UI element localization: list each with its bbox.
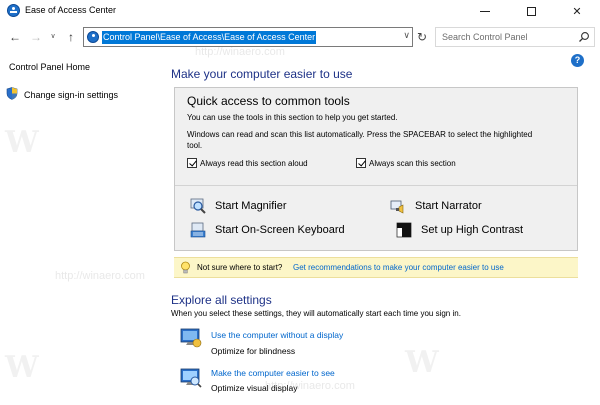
make-easier-to-see-link[interactable]: Make the computer easier to see: [211, 368, 335, 378]
read-aloud-checkbox[interactable]: Always read this section aloud: [187, 158, 308, 168]
watermark-glyph: W: [405, 345, 439, 380]
magnifier-icon: [190, 198, 206, 214]
checkbox-checked-icon[interactable]: [356, 158, 366, 168]
back-button[interactable]: ←: [8, 29, 22, 45]
minimize-icon: [480, 10, 490, 12]
scan-section-checkbox[interactable]: Always scan this section: [356, 158, 456, 168]
maximize-button[interactable]: [508, 0, 554, 22]
ease-of-access-icon: [7, 4, 20, 17]
recommendation-bar: Not sure where to start? Get recommendat…: [174, 257, 578, 278]
explore-description: When you select these settings, they wil…: [171, 309, 461, 318]
optimize-blindness-text: Optimize for blindness: [211, 346, 296, 356]
keyboard-icon: [190, 222, 206, 238]
search-icon[interactable]: [578, 31, 590, 43]
start-magnifier-button[interactable]: Start Magnifier: [190, 198, 287, 214]
quick-access-heading: Quick access to common tools: [187, 94, 350, 108]
explore-heading: Explore all settings: [171, 293, 272, 307]
maximize-icon: [526, 6, 536, 16]
search-input[interactable]: Search Control Panel: [435, 27, 595, 47]
window-title: Ease of Access Center: [25, 5, 117, 15]
get-recommendations-link[interactable]: Get recommendations to make your compute…: [293, 263, 504, 272]
quick-access-description: You can use the tools in this section to…: [187, 113, 398, 122]
start-onscreen-keyboard-button[interactable]: Start On-Screen Keyboard: [190, 222, 345, 238]
up-button[interactable]: ↑: [64, 29, 78, 45]
quick-access-scan-description: Windows can read and scan this list auto…: [187, 130, 533, 150]
use-without-display-link[interactable]: Use the computer without a display: [211, 330, 343, 340]
monitor-blindness-icon: [180, 328, 202, 348]
address-bar[interactable]: Control Panel\Ease of Access\Ease of Acc…: [83, 27, 413, 47]
control-panel-home-link[interactable]: Control Panel Home: [9, 62, 90, 72]
monitor-visual-icon: [180, 368, 202, 388]
address-text[interactable]: Control Panel\Ease of Access\Ease of Acc…: [102, 31, 317, 44]
control-panel-icon: [87, 31, 99, 43]
high-contrast-icon: [396, 222, 412, 238]
start-magnifier-label: Start Magnifier: [215, 200, 287, 212]
start-narrator-label: Start Narrator: [415, 200, 482, 212]
left-pane: Control Panel Home Change sign-in settin…: [0, 53, 160, 405]
read-aloud-label: Always read this section aloud: [200, 158, 308, 168]
checkbox-checked-icon[interactable]: [187, 158, 197, 168]
narrator-icon: [390, 200, 404, 214]
start-onscreen-keyboard-label: Start On-Screen Keyboard: [215, 224, 345, 236]
optimize-visual-display-text: Optimize visual display: [211, 383, 298, 393]
quick-access-header: Quick access to common tools You can use…: [175, 88, 577, 186]
page-title: Make your computer easier to use: [171, 67, 353, 81]
start-narrator-button[interactable]: Start Narrator: [390, 198, 482, 214]
search-placeholder: Search Control Panel: [442, 32, 528, 42]
refresh-button[interactable]: ↻: [414, 29, 430, 45]
change-signin-settings-link[interactable]: Change sign-in settings: [24, 90, 118, 100]
setup-high-contrast-button[interactable]: Set up High Contrast: [396, 222, 523, 238]
close-icon: ✕: [572, 5, 582, 18]
tip-text: Not sure where to start?: [197, 263, 283, 272]
navigation-bar: ← → ∨ ↑ Control Panel\Ease of Access\Eas…: [0, 23, 600, 52]
title-bar: Ease of Access Center ✕: [0, 0, 600, 22]
close-button[interactable]: ✕: [554, 0, 600, 22]
recent-locations-button[interactable]: ∨: [48, 29, 58, 45]
scan-section-label: Always scan this section: [369, 158, 456, 168]
help-icon[interactable]: ?: [571, 54, 584, 67]
shield-icon: [6, 87, 18, 100]
forward-button[interactable]: →: [29, 29, 43, 45]
setup-high-contrast-label: Set up High Contrast: [421, 224, 524, 236]
lightbulb-icon: [181, 261, 190, 274]
minimize-button[interactable]: [462, 0, 508, 22]
address-dropdown-button[interactable]: ∨: [403, 30, 410, 41]
